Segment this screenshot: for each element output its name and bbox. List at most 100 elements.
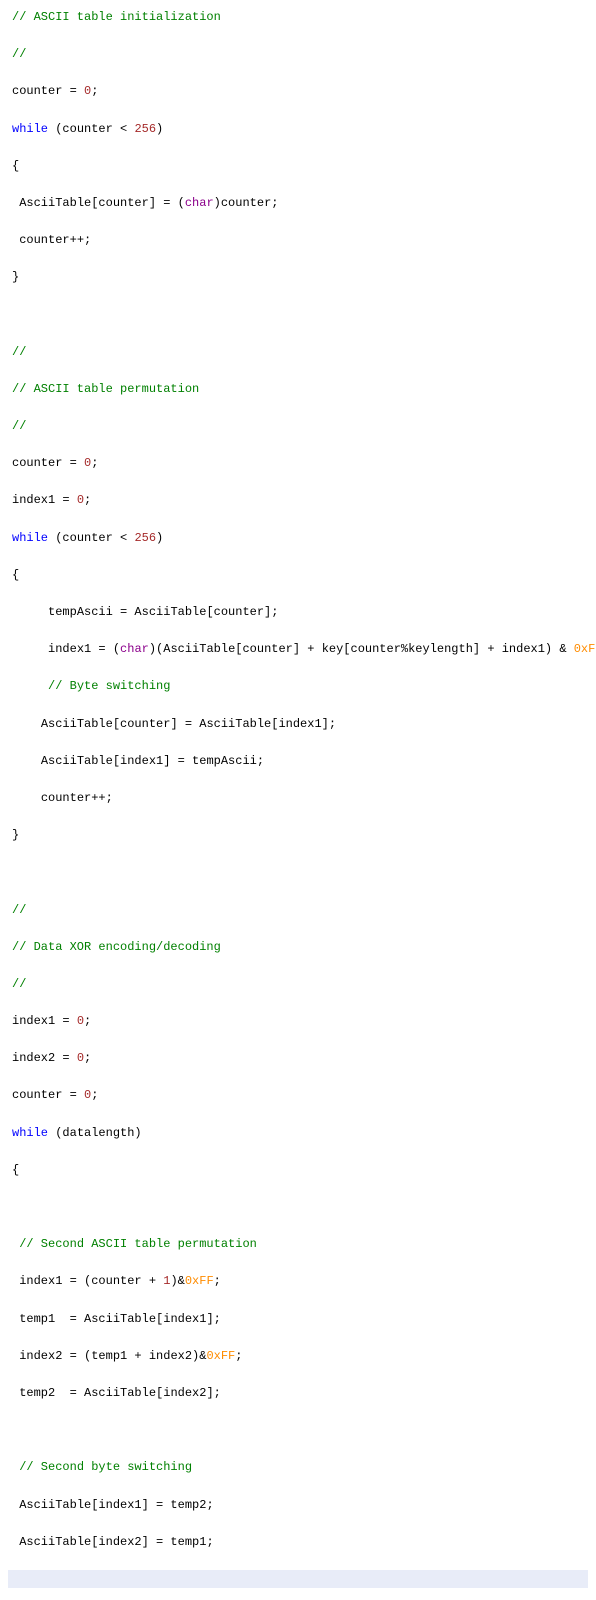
token-ident: AsciiTable bbox=[19, 1498, 91, 1512]
code-line: // Byte switching bbox=[8, 677, 588, 696]
code-line: { bbox=[8, 157, 588, 176]
code-line: index1 = (char)(AsciiTable[counter] + ke… bbox=[8, 640, 588, 659]
token-ident: AsciiTable bbox=[19, 1535, 91, 1549]
token-ident: tempAscii bbox=[48, 605, 113, 619]
token-ident: AsciiTable bbox=[41, 754, 113, 768]
code-line: AsciiTable[counter] = (char)counter; bbox=[8, 194, 588, 213]
code-line: // bbox=[8, 417, 588, 436]
code-line: index1 = (counter + 1)&0xFF; bbox=[8, 1272, 588, 1291]
token-ident: counter bbox=[12, 1088, 62, 1102]
code-line: counter = 0; bbox=[8, 454, 588, 473]
code-line: index1 = 0; bbox=[8, 491, 588, 510]
token-comment: // ASCII table initialization bbox=[12, 10, 221, 24]
token-punct: = AsciiTable[index2]; bbox=[62, 1386, 220, 1400]
token-punct: = bbox=[62, 84, 84, 98]
token-punct: ; bbox=[84, 1014, 91, 1028]
code-line bbox=[8, 1198, 588, 1217]
token-keyword: while bbox=[12, 1126, 48, 1140]
token-comment: // Data XOR encoding/decoding bbox=[12, 940, 221, 954]
token-number: 0 bbox=[77, 1051, 84, 1065]
token-comment: // Second byte switching bbox=[19, 1460, 192, 1474]
code-line: } bbox=[8, 826, 588, 845]
code-line bbox=[8, 1570, 588, 1589]
token-number: 0 bbox=[77, 1014, 84, 1028]
token-punct: [counter] = ( bbox=[91, 196, 185, 210]
token-ident: index2 bbox=[12, 1051, 55, 1065]
code-line: index2 = 0; bbox=[8, 1049, 588, 1068]
code-line: { bbox=[8, 1161, 588, 1180]
token-hex: 0xFF bbox=[185, 1274, 214, 1288]
code-line: temp2 = AsciiTable[index2]; bbox=[8, 1384, 588, 1403]
code-line: // Second ASCII table permutation bbox=[8, 1235, 588, 1254]
token-punct: [index1] = temp2; bbox=[91, 1498, 213, 1512]
token-punct: [counter] = AsciiTable[index1]; bbox=[113, 717, 336, 731]
token-punct: { bbox=[12, 568, 19, 582]
token-ident: counter bbox=[19, 233, 69, 247]
token-ident: counter bbox=[41, 791, 91, 805]
token-punct: ; bbox=[235, 1349, 242, 1363]
token-punct: )& bbox=[170, 1274, 184, 1288]
code-line: // bbox=[8, 901, 588, 920]
token-punct: ; bbox=[91, 1088, 98, 1102]
token-number: 0 bbox=[84, 1088, 91, 1102]
token-punct: ; bbox=[84, 493, 91, 507]
token-punct: ++; bbox=[70, 233, 92, 247]
token-ident: temp1 bbox=[19, 1312, 62, 1326]
token-punct: = bbox=[55, 1051, 77, 1065]
token-punct: = bbox=[62, 1088, 84, 1102]
code-line bbox=[8, 863, 588, 882]
token-punct: ; bbox=[91, 84, 98, 98]
token-type: char bbox=[185, 196, 214, 210]
token-comment: // bbox=[12, 345, 26, 359]
code-line: while (counter < 256) bbox=[8, 529, 588, 548]
token-punct: [index2] = temp1; bbox=[91, 1535, 213, 1549]
code-line: temp1 = AsciiTable[index1]; bbox=[8, 1310, 588, 1329]
code-line: // Second byte switching bbox=[8, 1458, 588, 1477]
token-ident: index1 bbox=[48, 642, 91, 656]
token-punct: (datalength) bbox=[48, 1126, 142, 1140]
token-punct: ; bbox=[84, 1051, 91, 1065]
token-punct: ) bbox=[156, 122, 163, 136]
code-line: // Data XOR encoding/decoding bbox=[8, 938, 588, 957]
token-hex: 0xFF bbox=[574, 642, 596, 656]
code-line: while (datalength) bbox=[8, 1124, 588, 1143]
code-line: { bbox=[8, 566, 588, 585]
token-punct: ++; bbox=[91, 791, 113, 805]
token-number: 1 bbox=[163, 1274, 170, 1288]
code-line bbox=[8, 306, 588, 325]
code-line: counter = 0; bbox=[8, 82, 588, 101]
token-ident: index1 bbox=[12, 1014, 55, 1028]
token-ident: index1 bbox=[12, 493, 55, 507]
token-number: 256 bbox=[134, 531, 156, 545]
token-punct: ; bbox=[214, 1274, 221, 1288]
code-line: counter++; bbox=[8, 789, 588, 808]
code-line: // bbox=[8, 975, 588, 994]
code-line: // ASCII table initialization bbox=[8, 8, 588, 27]
token-keyword: while bbox=[12, 122, 48, 136]
token-comment: // bbox=[12, 903, 26, 917]
code-line: index1 = 0; bbox=[8, 1012, 588, 1031]
token-ident: counter bbox=[12, 84, 62, 98]
token-punct: } bbox=[12, 270, 19, 284]
code-line: AsciiTable[index1] = tempAscii; bbox=[8, 752, 588, 771]
token-hex: 0xFF bbox=[206, 1349, 235, 1363]
token-comment: // Second ASCII table permutation bbox=[19, 1237, 257, 1251]
token-punct: = bbox=[55, 493, 77, 507]
token-punct: = (temp1 + index2)& bbox=[62, 1349, 206, 1363]
token-punct: } bbox=[12, 828, 19, 842]
token-punct: = bbox=[62, 456, 84, 470]
token-ident: index1 bbox=[19, 1274, 62, 1288]
token-comment: // bbox=[12, 419, 26, 433]
token-punct: ) bbox=[156, 531, 163, 545]
token-ident: AsciiTable bbox=[41, 717, 113, 731]
token-punct: = ( bbox=[91, 642, 120, 656]
token-punct: { bbox=[12, 1163, 19, 1177]
token-punct: = AsciiTable[index1]; bbox=[62, 1312, 220, 1326]
code-line: AsciiTable[index1] = temp2; bbox=[8, 1496, 588, 1515]
token-comment: // Byte switching bbox=[48, 679, 170, 693]
code-line: while (counter < 256) bbox=[8, 120, 588, 139]
token-comment: // bbox=[12, 977, 26, 991]
token-ident: counter bbox=[12, 456, 62, 470]
code-block: // ASCII table initialization // counter… bbox=[8, 8, 588, 1600]
code-line: tempAscii = AsciiTable[counter]; bbox=[8, 603, 588, 622]
